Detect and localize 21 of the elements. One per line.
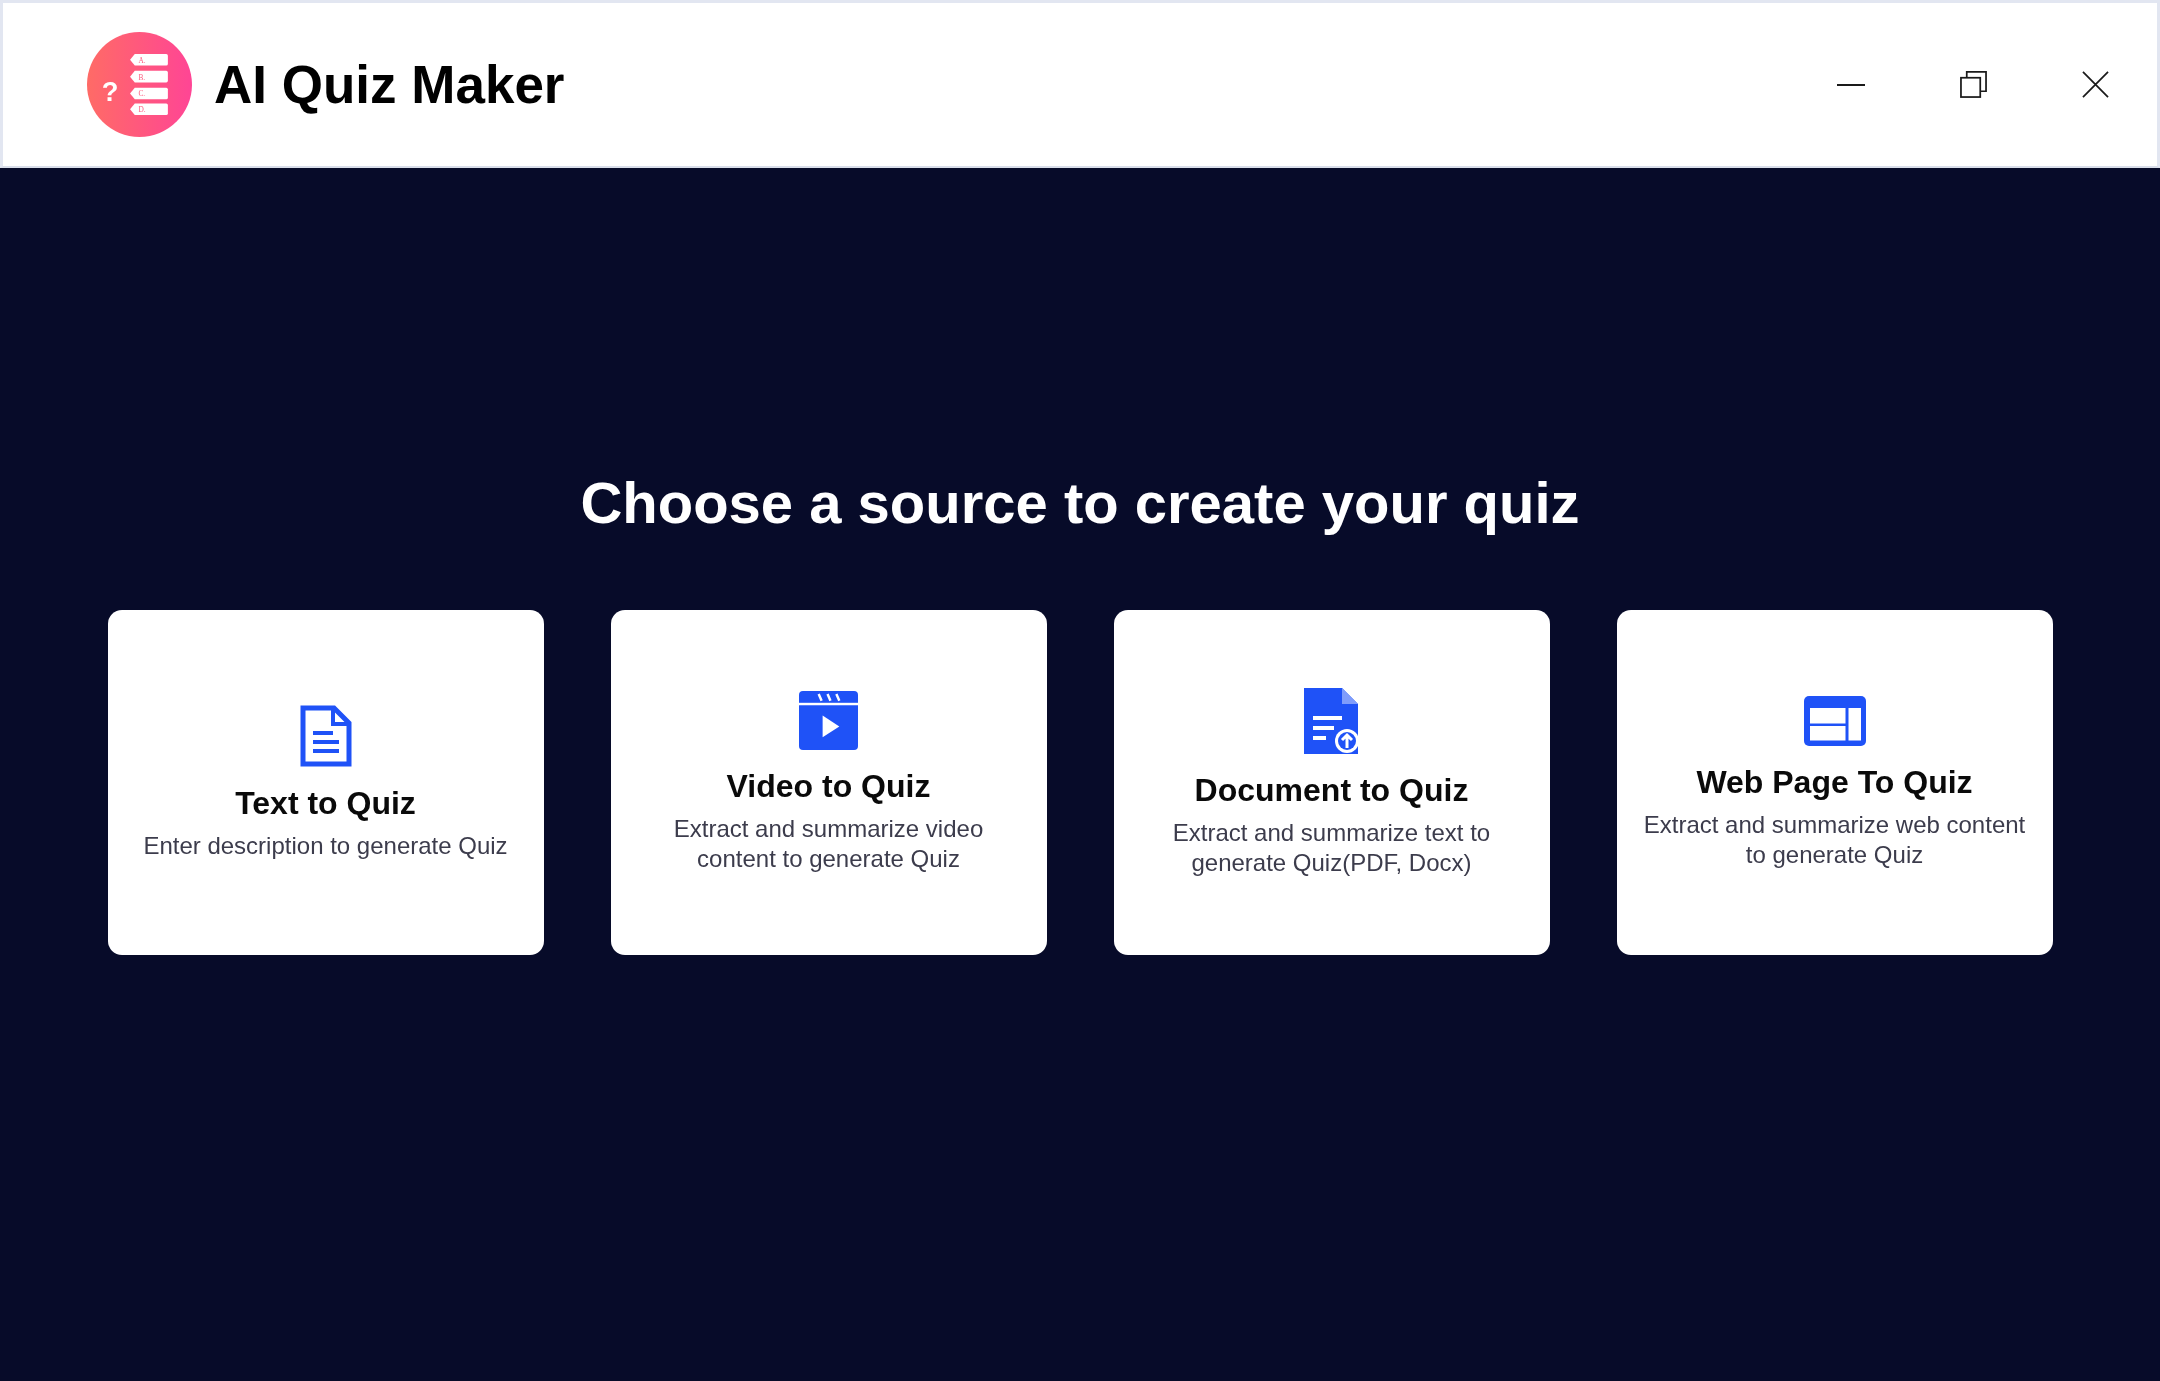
minimize-icon — [1837, 83, 1865, 86]
card-description: Extract and summarize text to generate Quiz(PDF, Docx) — [1171, 817, 1492, 878]
source-card[interactable]: Document to Quiz Extract and summarize text to generate Quiz(PDF, Docx) — [1113, 610, 1550, 955]
web-page-icon — [1803, 695, 1866, 746]
card-title: Document to Quiz — [1194, 770, 1469, 810]
restore-icon — [1959, 71, 1987, 98]
card-title: Text to Quiz — [235, 783, 416, 823]
close-icon — [2081, 71, 2109, 98]
video-clapper-icon — [799, 691, 858, 750]
source-card[interactable]: Web Page To Quiz Extract and summarize web content to generate Quiz — [1616, 610, 2053, 955]
card-description: Extract and summarize web content to generate Quiz — [1642, 809, 2027, 870]
document-upload-icon — [1303, 687, 1360, 754]
source-card[interactable]: Video to Quiz Extract and summarize video content to generate Quiz — [610, 610, 1047, 955]
card-description: Extract and summarize video content to generate Quiz — [672, 814, 985, 874]
app-title: AI Quiz Maker — [214, 53, 565, 116]
card-title: Video to Quiz — [726, 767, 931, 806]
page-heading: Choose a source to create your quiz — [580, 469, 1580, 537]
card-description: Enter description to generate Quiz — [143, 830, 508, 861]
document-icon — [299, 704, 352, 767]
card-title: Web Page To Quiz — [1696, 762, 1973, 802]
source-card[interactable]: Text to Quiz Enter description to generate Quiz — [107, 610, 544, 955]
